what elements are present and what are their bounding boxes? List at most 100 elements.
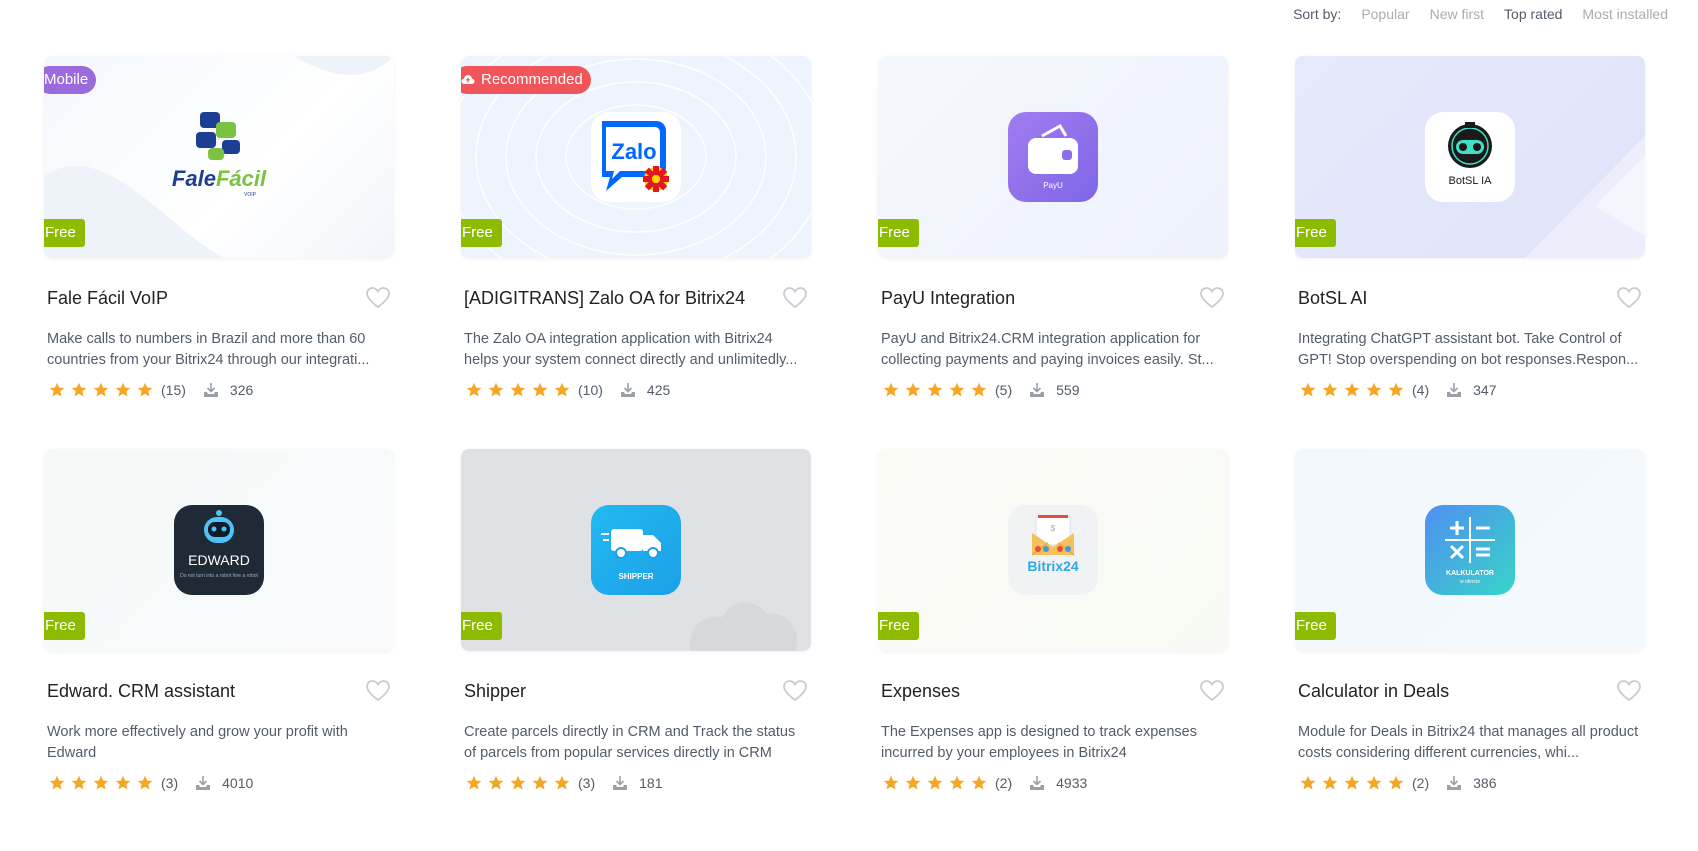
download-icon: [1030, 383, 1045, 397]
star-icon: [510, 775, 526, 790]
sort-option-most-installed[interactable]: Most installed: [1582, 6, 1668, 22]
app-banner[interactable]: Mobile FaleFácil VOIP Free: [44, 56, 394, 258]
app-description: Make calls to numbers in Brazil and more…: [47, 331, 370, 368]
app-card[interactable]: EDWARD Do not turn into a robot hire a r…: [44, 449, 394, 792]
download-icon: [1447, 776, 1462, 790]
favorite-heart-icon[interactable]: [782, 286, 808, 310]
app-card[interactable]: Recommended Zalo Free [ADIGITRANS] Zalo …: [461, 56, 811, 399]
install-count: 181: [639, 775, 663, 791]
app-description: PayU and Bitrix24.CRM integration applic…: [881, 331, 1214, 368]
app-card[interactable]: BotSL IA Free BotSL AI Integrating ChatG…: [1295, 56, 1645, 399]
star-icon: [1388, 382, 1404, 397]
app-title[interactable]: BotSL AI: [1298, 288, 1367, 309]
star-icon: [883, 382, 899, 397]
star-icon: [1344, 382, 1360, 397]
app-banner[interactable]: $ Bitrix24 Free: [878, 449, 1228, 651]
app-banner[interactable]: SHIPPER Free: [461, 449, 811, 651]
app-banner[interactable]: PayU Free: [878, 56, 1228, 258]
favorite-heart-icon[interactable]: [1616, 286, 1642, 310]
review-count: (2): [995, 775, 1013, 791]
star-icon: [488, 382, 504, 397]
star-icon: [1388, 775, 1404, 790]
free-badge: Free: [461, 612, 502, 640]
icon-caption: Bitrix24: [1027, 558, 1079, 574]
ribbon-label: Recommended: [481, 71, 583, 88]
app-banner[interactable]: BotSL IA Free: [1295, 56, 1645, 258]
app-card[interactable]: PayU Free PayU Integration PayU and Bitr…: [878, 56, 1228, 399]
star-icon: [137, 775, 153, 790]
star-icon: [115, 382, 131, 397]
star-icon: [510, 382, 526, 397]
app-title[interactable]: PayU Integration: [881, 288, 1015, 309]
install-count: 559: [1056, 382, 1080, 398]
star-icon: [971, 382, 987, 397]
recommended-ribbon: Recommended: [461, 66, 591, 94]
icon-subcaption: Do not turn into a robot hire a robot: [180, 573, 258, 579]
star-icon: [93, 775, 109, 790]
favorite-heart-icon[interactable]: [1199, 286, 1225, 310]
app-title[interactable]: Edward. CRM assistant: [47, 681, 235, 702]
download-icon: [1447, 383, 1462, 397]
shipper-truck-logo-icon: SHIPPER: [591, 505, 681, 595]
icon-caption: PayU: [1043, 181, 1063, 190]
star-icon: [93, 382, 109, 397]
star-icon: [466, 775, 482, 790]
icon-subcaption: w ofercie: [1460, 579, 1480, 585]
favorite-heart-icon[interactable]: [1616, 679, 1642, 703]
app-card[interactable]: $ Bitrix24 Free Expenses The Expenses ap…: [878, 449, 1228, 792]
review-count: (3): [578, 775, 596, 791]
app-title[interactable]: Calculator in Deals: [1298, 681, 1449, 702]
app-description: Work more effectively and grow your prof…: [47, 724, 348, 761]
rating-stars: [466, 775, 570, 791]
app-banner[interactable]: KALKULATOR w ofercie Free: [1295, 449, 1645, 651]
star-icon: [115, 775, 131, 790]
app-banner[interactable]: EDWARD Do not turn into a robot hire a r…: [44, 449, 394, 651]
download-icon: [203, 383, 218, 397]
sort-option-top-rated[interactable]: Top rated: [1504, 6, 1562, 22]
favorite-heart-icon[interactable]: [365, 679, 391, 703]
app-title[interactable]: Expenses: [881, 681, 960, 702]
star-icon: [1366, 382, 1382, 397]
review-count: (15): [161, 382, 186, 398]
free-badge: Free: [878, 219, 919, 247]
app-description: Module for Deals in Bitrix24 that manage…: [1298, 724, 1639, 761]
free-badge: Free: [878, 612, 919, 640]
app-title[interactable]: [ADIGITRANS] Zalo OA for Bitrix24: [464, 288, 745, 309]
star-icon: [554, 382, 570, 397]
star-icon: [71, 382, 87, 397]
review-count: (10): [578, 382, 603, 398]
favorite-heart-icon[interactable]: [365, 286, 391, 310]
ribbon-label: Mobile: [44, 71, 89, 88]
star-icon: [554, 775, 570, 790]
star-icon: [137, 382, 153, 397]
free-badge: Free: [44, 219, 85, 247]
star-icon: [1366, 775, 1382, 790]
rating-stars: [49, 382, 153, 398]
review-count: (3): [161, 775, 179, 791]
star-icon: [1322, 382, 1338, 397]
icon-caption: SHIPPER: [618, 572, 653, 581]
star-icon: [927, 775, 943, 790]
app-title[interactable]: Shipper: [464, 681, 526, 702]
review-count: (5): [995, 382, 1013, 398]
app-card[interactable]: Mobile FaleFácil VOIP Free Fale Fácil Vo…: [44, 56, 394, 399]
app-card[interactable]: SHIPPER Free Shipper Create parcels dire…: [461, 449, 811, 792]
favorite-heart-icon[interactable]: [1199, 679, 1225, 703]
app-title[interactable]: Fale Fácil VoIP: [47, 288, 168, 309]
rating-stars: [883, 775, 987, 791]
app-card[interactable]: KALKULATOR w ofercie Free Calculator in …: [1295, 449, 1645, 792]
app-grid: Mobile FaleFácil VOIP Free Fale Fácil Vo…: [44, 56, 1645, 792]
botsl-robot-logo-icon: BotSL IA: [1425, 112, 1515, 202]
star-icon: [883, 775, 899, 790]
sort-option-new-first[interactable]: New first: [1430, 6, 1484, 22]
app-banner[interactable]: Recommended Zalo Free: [461, 56, 811, 258]
star-icon: [1344, 775, 1360, 790]
sort-option-popular[interactable]: Popular: [1361, 6, 1409, 22]
install-count: 4933: [1056, 775, 1088, 791]
review-count: (2): [1412, 775, 1430, 791]
cloud-upload-icon: [461, 75, 475, 84]
review-count: (4): [1412, 382, 1430, 398]
favorite-heart-icon[interactable]: [782, 679, 808, 703]
rating-stars: [466, 382, 570, 398]
star-icon: [905, 382, 921, 397]
